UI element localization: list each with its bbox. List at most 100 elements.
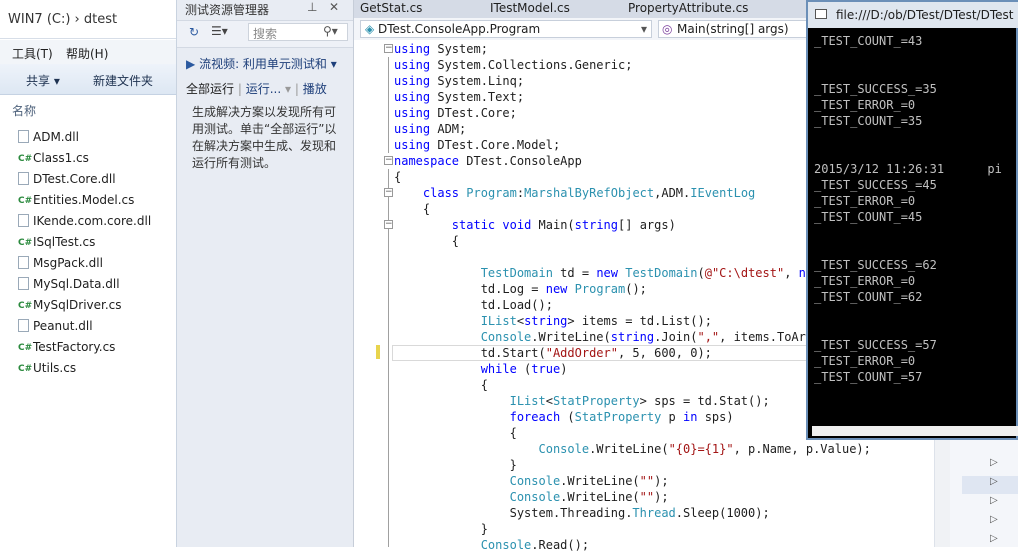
- class-dropdown[interactable]: ◈ DTest.ConsoleApp.Program ▾: [360, 20, 652, 38]
- code-line: {: [394, 426, 517, 440]
- csharp-file-icon: C#: [18, 154, 33, 164]
- console-line: _TEST_COUNT_=62: [814, 290, 923, 304]
- search-placeholder: 搜索: [253, 27, 278, 41]
- console-titlebar[interactable]: file:///D:/ob/DTest/DTest/DTest: [808, 2, 1018, 28]
- share-button[interactable]: 共享 ▾: [26, 72, 60, 89]
- class-dropdown-value: DTest.ConsoleApp.Program: [378, 22, 541, 36]
- file-item[interactable]: ADM.dll: [18, 130, 79, 150]
- class-icon: ◈: [365, 22, 375, 36]
- dll-file-icon: [18, 214, 29, 227]
- code-line: using DTest.Core;: [394, 106, 517, 120]
- search-icon[interactable]: ⚲▾: [323, 24, 338, 38]
- playlist-link[interactable]: 播放: [303, 82, 327, 96]
- file-item[interactable]: Peanut.dll: [18, 319, 93, 339]
- console-line: _TEST_ERROR_=0: [814, 274, 916, 288]
- console-title: file:///D:/ob/DTest/DTest/DTest: [836, 8, 1014, 22]
- csharp-file-icon: C#: [18, 196, 33, 206]
- new-folder-button[interactable]: 新建文件夹: [93, 72, 153, 89]
- code-line: using System.Linq;: [394, 74, 525, 88]
- file-name: TestFactory.cs: [33, 340, 116, 354]
- console-line: 2015/3/12 11:26:31 pi: [814, 162, 1002, 176]
- code-line: IList<StatProperty> sps = td.Stat();: [509, 394, 770, 408]
- console-line: _TEST_COUNT_=35: [814, 114, 923, 128]
- file-item[interactable]: C#Entities.Model.cs: [18, 193, 134, 213]
- file-name: Utils.cs: [33, 361, 77, 375]
- dll-file-icon: [18, 130, 29, 143]
- console-line: _TEST_COUNT_=57: [814, 370, 923, 384]
- address-bar[interactable]: WIN7 (C:) › dtest: [0, 0, 176, 39]
- console-line: _TEST_ERROR_=0: [814, 194, 916, 208]
- code-line: System.Threading.Thread.Sleep(1000);: [394, 506, 770, 520]
- file-name: MySql.Data.dll: [33, 277, 120, 291]
- breadcrumb[interactable]: WIN7 (C:) › dtest: [8, 12, 117, 27]
- menu-tools[interactable]: 工具(T): [12, 45, 53, 62]
- explorer-command-bar: 共享 ▾ 新建文件夹: [0, 64, 176, 95]
- fold-toggle-icon[interactable]: −: [384, 188, 393, 197]
- tree-expander-icon[interactable]: ▷: [990, 457, 1018, 475]
- dll-file-icon: [18, 172, 29, 185]
- dll-file-icon: [18, 319, 29, 332]
- file-item[interactable]: C#MySqlDriver.cs: [18, 298, 122, 318]
- code-line: }: [394, 522, 488, 536]
- tab-itestmodel[interactable]: ITestModel.cs: [490, 1, 570, 15]
- csharp-file-icon: C#: [18, 238, 33, 248]
- code-line: namespace DTest.ConsoleApp: [394, 154, 582, 168]
- tab-propertyattribute[interactable]: PropertyAttribute.cs: [628, 1, 748, 15]
- member-dropdown[interactable]: ◎ Main(string[] args): [658, 20, 808, 38]
- code-line: {: [394, 234, 460, 248]
- chevron-down-icon[interactable]: ▾: [331, 57, 337, 71]
- test-explorer-title: 测试资源管理器: [185, 3, 270, 17]
- tree-expander-icon[interactable]: ▷: [990, 495, 1018, 513]
- pin-icon[interactable]: ⊥: [307, 0, 317, 14]
- fold-toggle-icon[interactable]: −: [384, 44, 393, 53]
- method-icon: ◎: [662, 22, 673, 36]
- code-line: {: [394, 170, 402, 184]
- menu-help[interactable]: 帮助(H): [66, 45, 108, 62]
- code-line: Console.Read();: [480, 538, 590, 552]
- video-banner[interactable]: ▶ 流视频: 利用单元测试和 ▾: [186, 55, 350, 72]
- code-line: using System.Collections.Generic;: [394, 58, 633, 72]
- group-by-icon[interactable]: ☰▾: [211, 24, 228, 38]
- tab-getstat[interactable]: GetStat.cs: [360, 1, 422, 15]
- code-line: {: [394, 378, 488, 392]
- file-item[interactable]: MsgPack.dll: [18, 256, 103, 276]
- member-dropdown-value: Main(string[] args): [677, 22, 789, 36]
- code-line: IList<string> items = td.List();: [480, 314, 712, 328]
- unsaved-change-marker: [376, 345, 380, 359]
- file-name: IKende.com.core.dll: [33, 214, 152, 228]
- code-line: TestDomain td = new TestDomain(@"C:\dtes…: [480, 266, 828, 280]
- run-all-link[interactable]: 全部运行: [186, 82, 234, 96]
- tree-expander-icon[interactable]: ▷: [990, 514, 1018, 532]
- file-item[interactable]: C#Utils.cs: [18, 361, 76, 381]
- test-explorer-description: 生成解决方案以发现所有可用测试。单击“全部运行”以在解决方案中生成、发现和运行所…: [192, 105, 337, 170]
- console-app-icon[interactable]: [815, 9, 827, 19]
- code-line: Console.WriteLine(string.Join(",", items…: [480, 330, 821, 344]
- dll-file-icon: [18, 256, 29, 269]
- refresh-icon[interactable]: ↻: [189, 25, 199, 39]
- file-item[interactable]: DTest.Core.dll: [18, 172, 116, 192]
- explorer-menubar: 工具(T) 帮助(H): [0, 40, 176, 64]
- video-banner-text[interactable]: 流视频: 利用单元测试和: [199, 57, 327, 71]
- dll-file-icon: [18, 277, 29, 290]
- file-name: Class1.cs: [33, 151, 89, 165]
- file-item[interactable]: C#Class1.cs: [18, 151, 89, 171]
- code-line: Console.WriteLine("{0}={1}", p.Name, p.V…: [538, 442, 871, 456]
- tree-expander-icon[interactable]: ▷: [990, 533, 1018, 551]
- tree-expander-icon[interactable]: ▷: [990, 476, 1018, 494]
- csharp-file-icon: C#: [18, 343, 33, 353]
- chevron-down-icon[interactable]: ▾: [641, 22, 647, 36]
- console-line: _TEST_COUNT_=43: [814, 34, 923, 48]
- file-item[interactable]: C#ISqlTest.cs: [18, 235, 95, 255]
- file-item[interactable]: C#TestFactory.cs: [18, 340, 115, 360]
- test-search-input[interactable]: 搜索 ⚲▾: [248, 23, 348, 41]
- console-horizontal-scrollbar[interactable]: [812, 426, 1018, 436]
- file-name: MsgPack.dll: [33, 256, 103, 270]
- video-icon: ▶: [186, 57, 196, 71]
- run-link[interactable]: 运行...: [246, 82, 281, 96]
- file-item[interactable]: MySql.Data.dll: [18, 277, 120, 297]
- fold-toggle-icon[interactable]: −: [384, 156, 393, 165]
- fold-toggle-icon[interactable]: −: [384, 220, 393, 229]
- file-item[interactable]: IKende.com.core.dll: [18, 214, 151, 234]
- column-header-name[interactable]: 名称: [0, 98, 176, 120]
- close-icon[interactable]: ✕: [329, 0, 339, 14]
